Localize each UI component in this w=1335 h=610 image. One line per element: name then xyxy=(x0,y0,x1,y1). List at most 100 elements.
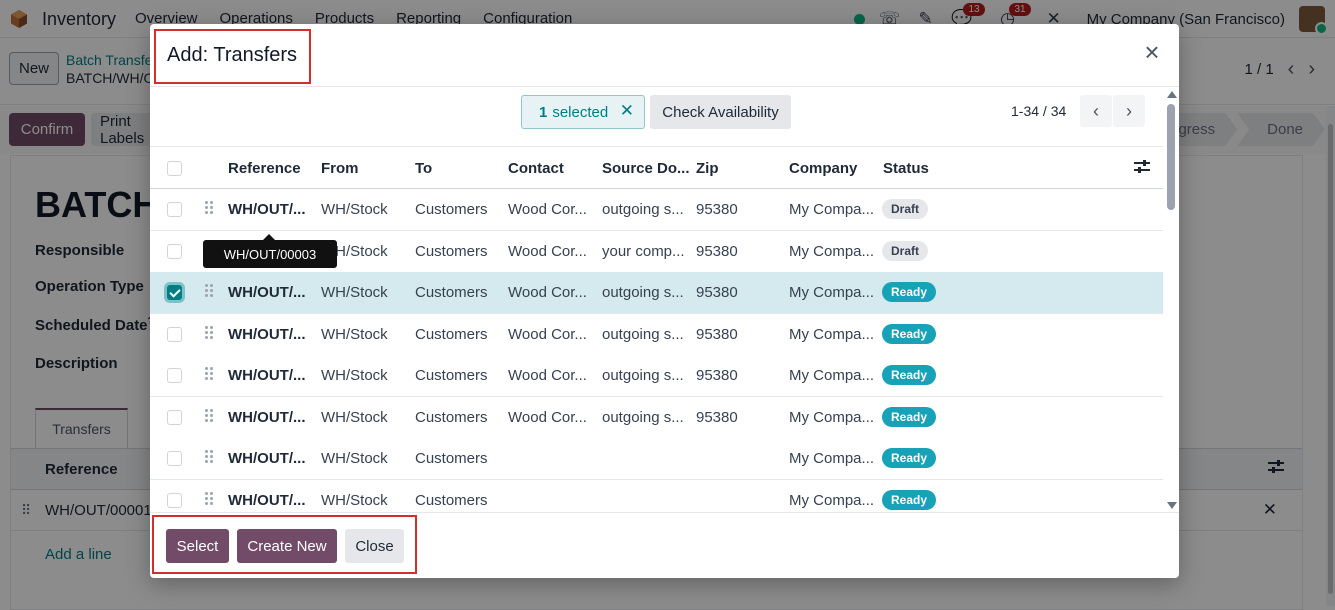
table-row[interactable]: WH/OUT/... WH/Stock Customers Wood Cor... ou… xyxy=(150,396,1163,439)
table-row[interactable]: WH/OUT/... WH/Stock Customers Wood Cor... ou… xyxy=(150,355,1163,397)
row-reference: WH/OUT/... xyxy=(228,325,306,343)
column-status[interactable]: Status xyxy=(883,160,929,177)
row-reference: WH/OUT/... xyxy=(228,367,306,384)
row-to: Customers xyxy=(415,325,488,343)
drag-handle-icon[interactable] xyxy=(205,408,215,425)
row-source-document: outgoing s... xyxy=(602,367,684,384)
reference-tooltip: WH/OUT/00003 xyxy=(203,234,337,268)
row-contact: Wood Cor... xyxy=(508,284,587,301)
row-source-document: outgoing s... xyxy=(602,408,684,426)
row-reference: WH/OUT/... xyxy=(228,491,306,509)
row-from: WH/Stock xyxy=(321,367,388,384)
scroll-down-icon[interactable] xyxy=(1167,502,1177,509)
row-checkbox[interactable] xyxy=(167,492,182,508)
column-to[interactable]: To xyxy=(415,160,432,177)
row-contact: Wood Cor... xyxy=(508,201,587,218)
check-availability-button[interactable]: Check Availability xyxy=(650,95,791,129)
dialog-toolbar: 1 selected ✕ Check Availability 1-34 / 3… xyxy=(150,88,1179,145)
column-reference[interactable]: Reference xyxy=(228,160,301,177)
transfers-table: Reference From To Contact Source Do... Z… xyxy=(150,146,1163,512)
drag-handle-icon[interactable] xyxy=(205,201,215,217)
row-zip: 95380 xyxy=(696,201,738,218)
row-checkbox[interactable] xyxy=(167,368,182,383)
chevron-right-icon[interactable]: › xyxy=(1113,95,1145,127)
row-to: Customers xyxy=(415,450,488,467)
scroll-up-icon[interactable] xyxy=(1167,91,1177,98)
status-badge: Ready xyxy=(882,406,937,427)
status-badge: Ready xyxy=(882,282,937,302)
column-from[interactable]: From xyxy=(321,160,359,177)
status-badge: Ready xyxy=(882,323,937,344)
row-to: Customers xyxy=(415,491,488,509)
close-icon[interactable]: × xyxy=(1140,39,1164,65)
row-contact: Wood Cor... xyxy=(508,325,587,343)
row-zip: 95380 xyxy=(696,242,738,260)
table-row[interactable]: WH/OUT/... WH/Stock Customers Wood Cor... ou… xyxy=(150,313,1163,356)
row-checkbox[interactable] xyxy=(167,285,182,300)
row-company: My Compa... xyxy=(789,450,875,467)
row-zip: 95380 xyxy=(696,408,738,426)
dialog-pager[interactable]: 1-34 / 34 xyxy=(1011,103,1066,119)
row-source-document: outgoing s... xyxy=(602,325,684,343)
column-zip[interactable]: Zip xyxy=(696,160,719,177)
column-settings-icon[interactable] xyxy=(1134,160,1150,174)
row-company: My Compa... xyxy=(789,201,875,218)
column-company[interactable]: Company xyxy=(789,160,857,177)
row-to: Customers xyxy=(415,242,488,260)
row-contact: Wood Cor... xyxy=(508,408,587,426)
row-from: WH/Stock xyxy=(321,491,388,509)
dialog-footer: Select Create New Close xyxy=(150,512,1179,578)
drag-handle-icon[interactable] xyxy=(205,284,215,300)
add-transfers-dialog: Add: Transfers × 1 selected ✕ Check Avai… xyxy=(150,24,1179,578)
drag-handle-icon[interactable] xyxy=(205,367,215,383)
row-from: WH/Stock xyxy=(321,450,388,467)
row-zip: 95380 xyxy=(696,284,738,301)
table-row[interactable]: WH/OUT/... WH/Stock Customers My Compa... Re… xyxy=(150,438,1163,480)
drag-handle-icon[interactable] xyxy=(205,450,215,466)
row-from: WH/Stock xyxy=(321,284,388,301)
table-row[interactable]: WH/OUT/... WH/Stock Customers Wood Cor... ou… xyxy=(150,189,1163,231)
table-header: Reference From To Contact Source Do... Z… xyxy=(150,146,1163,189)
row-company: My Compa... xyxy=(789,284,875,301)
row-company: My Compa... xyxy=(789,325,875,343)
row-company: My Compa... xyxy=(789,242,875,260)
select-button[interactable]: Select xyxy=(166,529,229,563)
row-checkbox[interactable] xyxy=(167,202,182,217)
row-zip: 95380 xyxy=(696,325,738,343)
clear-selection-icon[interactable]: ✕ xyxy=(620,101,634,121)
row-source-document: outgoing s... xyxy=(602,201,684,218)
row-checkbox[interactable] xyxy=(167,243,182,259)
row-contact: Wood Cor... xyxy=(508,242,587,260)
row-from: WH/Stock xyxy=(321,408,388,426)
column-contact[interactable]: Contact xyxy=(508,160,564,177)
row-checkbox[interactable] xyxy=(167,326,182,342)
table-row[interactable]: WH/OUT/... WH/Stock Customers Wood Cor... ou… xyxy=(150,272,1163,314)
drag-handle-icon[interactable] xyxy=(205,325,215,342)
row-to: Customers xyxy=(415,284,488,301)
row-to: Customers xyxy=(415,408,488,426)
row-checkbox[interactable] xyxy=(167,451,182,466)
status-badge: Ready xyxy=(882,489,937,510)
row-reference: WH/OUT/... xyxy=(228,450,306,467)
row-to: Customers xyxy=(415,367,488,384)
status-badge: Ready xyxy=(882,448,937,468)
dialog-scrollbar-thumb[interactable] xyxy=(1167,104,1175,210)
row-reference: WH/OUT/... xyxy=(228,284,306,301)
column-source-document[interactable]: Source Do... xyxy=(602,160,690,177)
row-reference: WH/OUT/... xyxy=(228,201,306,218)
create-new-button[interactable]: Create New xyxy=(237,529,337,563)
selection-count: 1 xyxy=(539,103,548,121)
select-all-checkbox[interactable] xyxy=(167,161,182,176)
chevron-left-icon[interactable]: ‹ xyxy=(1080,95,1112,127)
table-row[interactable]: WH/OUT/... WH/Stock Customers My Compa... Re… xyxy=(150,479,1163,512)
close-button[interactable]: Close xyxy=(345,529,404,563)
title-highlight-box xyxy=(154,29,311,84)
row-company: My Compa... xyxy=(789,367,875,384)
drag-handle-icon[interactable] xyxy=(205,491,215,508)
row-source-document: your comp... xyxy=(602,242,685,260)
row-checkbox[interactable] xyxy=(167,409,182,425)
dialog-scrollbar[interactable] xyxy=(1163,88,1179,512)
status-badge: Draft xyxy=(882,199,929,219)
row-source-document: outgoing s... xyxy=(602,284,684,301)
row-reference: WH/OUT/... xyxy=(228,408,306,426)
